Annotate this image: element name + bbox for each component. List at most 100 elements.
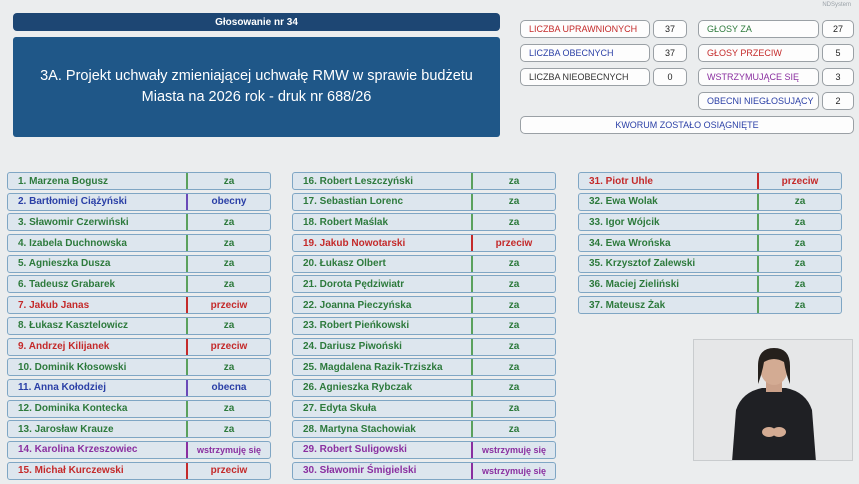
stat-value: 2 (822, 92, 854, 110)
councillor-row: 34. Ewa Wrońska za (578, 234, 842, 253)
councillor-row: 21. Dorota Pędziwiatr za (292, 275, 556, 294)
councillor-row: 33. Igor Wójcik za (578, 213, 842, 232)
councillor-name: 20. Łukasz Olbert (293, 255, 473, 272)
councillor-name: 33. Igor Wójcik (579, 214, 759, 231)
councillor-name: 22. Joanna Pieczyńska (293, 297, 473, 314)
vote-value: za (223, 216, 235, 228)
vote-value: za (508, 361, 520, 373)
stat-value: 37 (653, 20, 687, 38)
councillor-row: 29. Robert Suligowski wstrzymuję się (292, 440, 556, 459)
councillor-name: 37. Mateusz Żak (579, 297, 759, 314)
councillor-row: 20. Łukasz Olbert za (292, 254, 556, 273)
vote-value: za (508, 341, 520, 352)
councillor-name: 34. Ewa Wrońska (579, 235, 759, 252)
councillor-row: 4. Izabela Duchnowska za (7, 234, 271, 253)
councillor-name: 36. Maciej Zieliński (579, 276, 759, 293)
councillor-name: 8. Łukasz Kasztelowicz (8, 317, 188, 334)
councillor-row: 30. Sławomir Śmigielski wstrzymuję się (292, 461, 556, 480)
vote-value: przeciw (210, 341, 248, 352)
councillor-row: 22. Joanna Pieczyńska za (292, 296, 556, 315)
councillor-name: 6. Tadeusz Grabarek (8, 276, 188, 293)
councillor-row: 10. Dominik Kłosowski za (7, 358, 271, 377)
stat-value: 0 (653, 68, 687, 86)
councillor-row: 7. Jakub Janas przeciw (7, 296, 271, 315)
councillor-row: 19. Jakub Nowotarski przeciw (292, 234, 556, 253)
councillor-name: 23. Robert Pieńkowski (293, 317, 473, 334)
councillor-row: 1. Marzena Bogusz za (7, 172, 271, 190)
vote-value: za (508, 299, 520, 311)
councillor-row: 17. Sebastian Lorenc za (292, 192, 556, 211)
vote-value: za (508, 423, 520, 435)
councillor-name: 7. Jakub Janas (8, 297, 188, 314)
vote-value: za (794, 258, 806, 270)
councillor-row: 35. Krzysztof Zalewski za (578, 254, 842, 273)
vote-value: za (223, 278, 235, 290)
councillor-name: 31. Piotr Uhle (579, 173, 759, 189)
vote-value: za (794, 237, 806, 249)
stat-value: 3 (822, 68, 854, 86)
councillor-row: 28. Martyna Stachowiak za (292, 420, 556, 439)
vote-value: obecny (211, 196, 247, 208)
vote-value: za (508, 403, 520, 415)
councillor-name: 1. Marzena Bogusz (8, 173, 188, 189)
vote-value: wstrzymuję się (481, 465, 547, 476)
stat-label: LICZBA UPRAWNIONYCH (520, 20, 650, 38)
councillor-name: 32. Ewa Wolak (579, 193, 759, 210)
stat-value: 5 (822, 44, 854, 62)
councillor-name: 12. Dominika Kontecka (8, 400, 188, 417)
councillors-column-1: 1. Marzena Bogusz za 2. Bartłomiej Ciążyńs… (7, 172, 271, 482)
stat-label: LICZBA OBECNYCH (520, 44, 650, 62)
councillor-name: 30. Sławomir Śmigielski (293, 462, 473, 479)
councillor-name: 3. Sławomir Czerwiński (8, 214, 188, 231)
vote-value: przeciw (210, 465, 248, 477)
sign-language-video (693, 339, 853, 461)
councillor-name: 35. Krzysztof Zalewski (579, 255, 759, 272)
councillor-row: 2. Bartłomiej Ciążyński obecny (7, 192, 271, 211)
councillor-row: 36. Maciej Zieliński za (578, 275, 842, 294)
councillor-name: 25. Magdalena Razik-Trziszka (293, 359, 473, 376)
vote-value: za (223, 403, 235, 415)
stat-label: OBECNI NIEGŁOSUJĄCY (698, 92, 819, 110)
vote-value: za (794, 299, 806, 311)
vote-value: za (223, 258, 235, 270)
councillor-name: 19. Jakub Nowotarski (293, 235, 473, 252)
councillor-row: 14. Karolina Krzeszowiec wstrzymuję się (7, 440, 271, 459)
vote-value: za (794, 196, 806, 208)
brand-label: NDSystem (822, 2, 851, 8)
councillors-column-3: 31. Piotr Uhle przeciw 32. Ewa Wolak za 33. … (578, 172, 842, 317)
councillor-row: 23. Robert Pieńkowski za (292, 316, 556, 335)
councillor-row: 25. Magdalena Razik-Trziszka za (292, 358, 556, 377)
stat-value: 37 (653, 44, 687, 62)
vote-value: za (508, 320, 520, 332)
vote-value: za (508, 278, 520, 290)
councillor-name: 14. Karolina Krzeszowiec (8, 441, 188, 458)
vote-value: przeciw (781, 175, 819, 187)
stat-label: GŁOSY ZA (698, 20, 819, 38)
councillor-name: 18. Robert Maślak (293, 214, 473, 231)
councillor-row: 16. Robert Leszczyński za (292, 172, 556, 190)
vote-value: za (508, 216, 520, 228)
councillor-name: 15. Michał Kurczewski (8, 462, 188, 479)
councillor-row: 31. Piotr Uhle przeciw (578, 172, 842, 190)
councillor-row: 27. Edyta Skuła za (292, 399, 556, 418)
councillor-name: 28. Martyna Stachowiak (293, 421, 473, 438)
councillor-row: 5. Agnieszka Dusza za (7, 254, 271, 273)
councillor-row: 37. Mateusz Żak za (578, 296, 842, 315)
councillor-row: 18. Robert Maślak za (292, 213, 556, 232)
councillor-name: 10. Dominik Kłosowski (8, 359, 188, 376)
vote-value: wstrzymuję się (196, 444, 262, 455)
vote-value: za (794, 278, 806, 290)
vote-value: przeciw (210, 299, 248, 311)
councillor-name: 5. Agnieszka Dusza (8, 255, 188, 272)
councillor-name: 27. Edyta Skuła (293, 400, 473, 417)
councillor-name: 17. Sebastian Lorenc (293, 193, 473, 210)
vote-value: przeciw (495, 237, 533, 249)
councillor-name: 16. Robert Leszczyński (293, 173, 473, 189)
councillor-name: 26. Agnieszka Rybczak (293, 379, 473, 396)
councillor-row: 15. Michał Kurczewski przeciw (7, 461, 271, 480)
vote-value: za (223, 320, 235, 332)
quorum-status: KWORUM ZOSTAŁO OSIĄGNIĘTE (520, 116, 854, 134)
councillor-row: 32. Ewa Wolak za (578, 192, 842, 211)
councillor-row: 24. Dariusz Piwoński za (292, 337, 556, 356)
vote-value: za (794, 216, 806, 228)
